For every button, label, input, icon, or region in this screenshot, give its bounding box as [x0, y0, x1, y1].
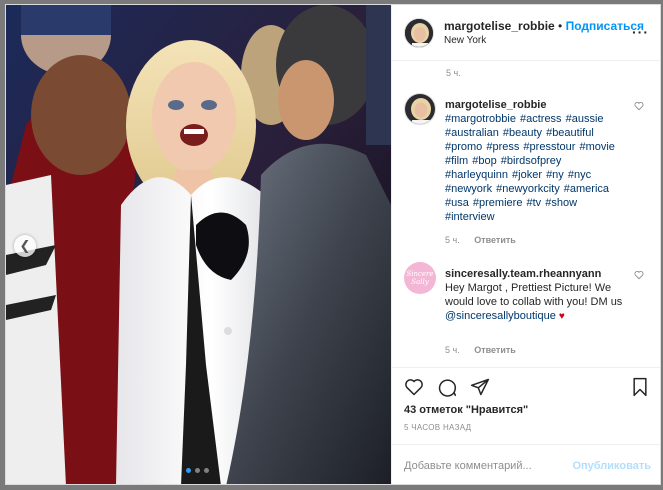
avatar-image [405, 94, 435, 124]
heart-icon [634, 271, 644, 280]
post-side-panel: margotelise_robbie • Подписаться New Yor… [391, 5, 660, 484]
post-location[interactable]: New York [444, 35, 644, 46]
carousel-indicator [186, 468, 209, 473]
comment-username[interactable]: margotelise_robbie [445, 98, 625, 112]
send-icon [470, 378, 490, 396]
avatar[interactable]: Sincere Sally [404, 262, 436, 294]
avatar[interactable] [404, 93, 436, 125]
comment-hashtags[interactable]: #margotrobbie #actress #aussie #australi… [445, 112, 625, 224]
photo-illustration [6, 5, 391, 484]
likes-count[interactable]: 43 отметок "Нравится" [404, 404, 528, 416]
post-username[interactable]: margotelise_robbie [444, 19, 555, 33]
comment-message: Hey Margot , Prettiest Picture! We would… [445, 282, 623, 308]
reply-button[interactable]: Ответить [474, 345, 516, 355]
comment-like-button[interactable] [634, 98, 644, 116]
publish-button[interactable]: Опубликовать [572, 460, 651, 472]
carousel-dot [204, 468, 209, 473]
chevron-left-icon: ❮ [19, 238, 31, 254]
avatar[interactable] [404, 17, 434, 48]
comment-meta: 5 ч. Ответить [445, 235, 516, 245]
heart-icon [405, 379, 423, 396]
comment-mention[interactable]: @sinceresallyboutique [445, 310, 556, 322]
share-button[interactable] [470, 377, 490, 402]
heart-emoji-icon: ♥ [558, 311, 565, 322]
previous-comment-time: 5 ч. [446, 68, 461, 78]
comment-button[interactable] [437, 377, 457, 402]
comment-meta: 5 ч. Ответить [445, 345, 516, 355]
carousel-prev-button[interactable]: ❮ [14, 235, 36, 257]
carousel-dot [195, 468, 200, 473]
comment-time: 5 ч. [445, 235, 460, 245]
reply-button[interactable]: Ответить [474, 235, 516, 245]
avatar-logo-text: Sincere Sally [406, 270, 434, 286]
comment-like-button[interactable] [634, 267, 644, 285]
save-button[interactable] [630, 377, 650, 402]
post-photo[interactable]: ❮ [6, 5, 391, 484]
comment-username[interactable]: sinceresally.team.rheannyann [445, 267, 625, 281]
carousel-dot [186, 468, 191, 473]
add-comment-bar: Опубликовать [392, 444, 660, 484]
heart-icon [634, 102, 644, 111]
like-button[interactable] [404, 377, 424, 402]
more-icon[interactable]: ··· [632, 25, 649, 39]
post-header: margotelise_robbie • Подписаться New Yor… [392, 5, 660, 61]
avatar-image [405, 18, 433, 47]
comment-text: Hey Margot , Prettiest Picture! We would… [445, 281, 625, 324]
comment-input[interactable] [404, 459, 573, 472]
post-modal: ❮ margotelise_robbie • Подписаться New Y… [5, 4, 661, 485]
separator-dot: • [558, 19, 563, 33]
comments-list[interactable]: 5 ч. margotelise_robbie #margotrobbie #a… [392, 62, 660, 368]
comment-time: 5 ч. [445, 345, 460, 355]
comment-icon [438, 379, 457, 397]
bookmark-icon [633, 377, 647, 397]
post-timestamp[interactable]: 5 ЧАСОВ НАЗАД [404, 423, 471, 432]
post-actions [392, 371, 660, 405]
